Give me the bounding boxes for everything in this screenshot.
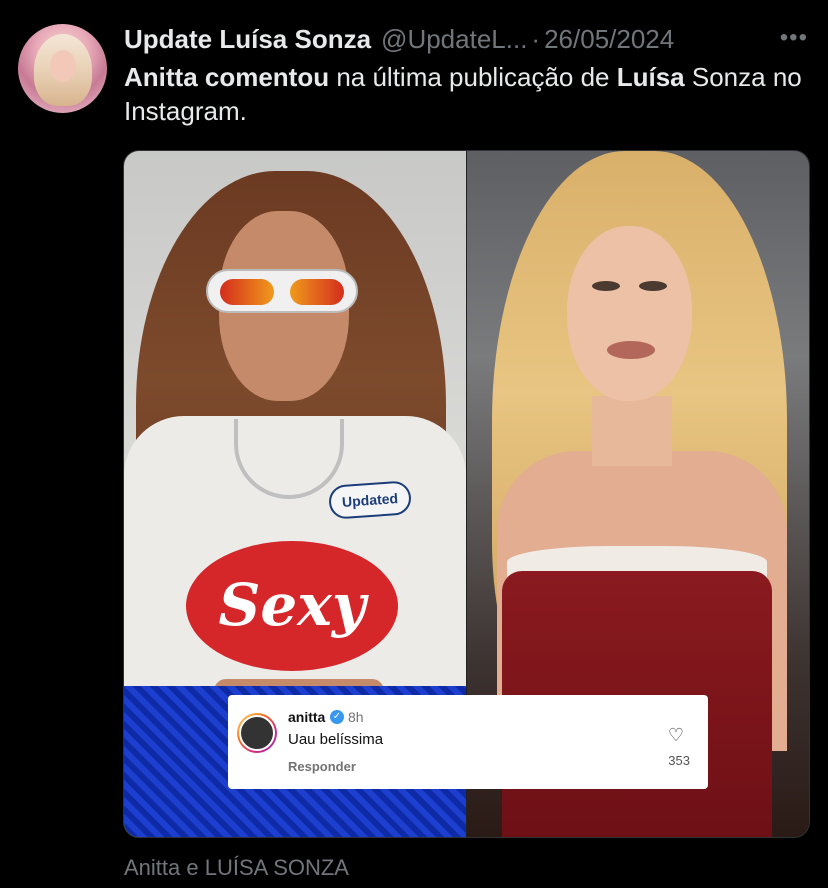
tee-sexy-text: Sexy bbox=[218, 571, 366, 639]
comment-like-count: 353 bbox=[668, 753, 690, 768]
sunglasses-lens-left bbox=[220, 279, 274, 305]
text-bold-2: Luísa bbox=[616, 62, 685, 92]
post-media[interactable]: Updated Sexy anitta ✓ 8h Uau belíssima R… bbox=[123, 150, 810, 838]
post-text: Anitta comentou na última publicação de … bbox=[124, 60, 804, 128]
post-header: Update Luísa Sonza @UpdateL... · 26/05/2… bbox=[124, 22, 808, 56]
comment-time: 8h bbox=[348, 709, 364, 725]
sunglasses bbox=[206, 269, 358, 313]
post-date[interactable]: 26/05/2024 bbox=[544, 24, 674, 55]
comment-text: Uau belíssima bbox=[288, 731, 384, 748]
luisa-neck bbox=[592, 396, 672, 466]
heart-icon[interactable]: ♡ bbox=[668, 725, 684, 746]
sunglasses-lens-right bbox=[290, 279, 344, 305]
display-name[interactable]: Update Luísa Sonza bbox=[124, 24, 371, 55]
luisa-eye-left bbox=[592, 281, 620, 291]
text-plain-1: na última publicação de bbox=[329, 62, 617, 92]
instagram-comment-card: anitta ✓ 8h Uau belíssima Responder ♡ 35… bbox=[228, 695, 708, 789]
luisa-lips bbox=[607, 341, 655, 359]
commenter-avatar-inner bbox=[239, 715, 275, 751]
profile-avatar[interactable] bbox=[18, 24, 107, 113]
luisa-face bbox=[567, 226, 692, 401]
more-horizontal-icon[interactable]: ••• bbox=[780, 24, 808, 52]
avatar-face bbox=[50, 50, 76, 82]
media-caption: Anitta e LUÍSA SONZA bbox=[124, 855, 349, 880]
header-separator: · bbox=[531, 23, 541, 54]
commenter-avatar[interactable] bbox=[237, 713, 277, 753]
verified-badge-icon: ✓ bbox=[330, 710, 344, 724]
tee-badge: Updated bbox=[327, 480, 413, 520]
luisa-eye-right bbox=[639, 281, 667, 291]
reply-button[interactable]: Responder bbox=[288, 759, 356, 774]
comment-username[interactable]: anitta bbox=[288, 709, 325, 725]
text-bold-1: Anitta comentou bbox=[124, 62, 330, 92]
user-handle[interactable]: @UpdateL... bbox=[381, 24, 527, 55]
